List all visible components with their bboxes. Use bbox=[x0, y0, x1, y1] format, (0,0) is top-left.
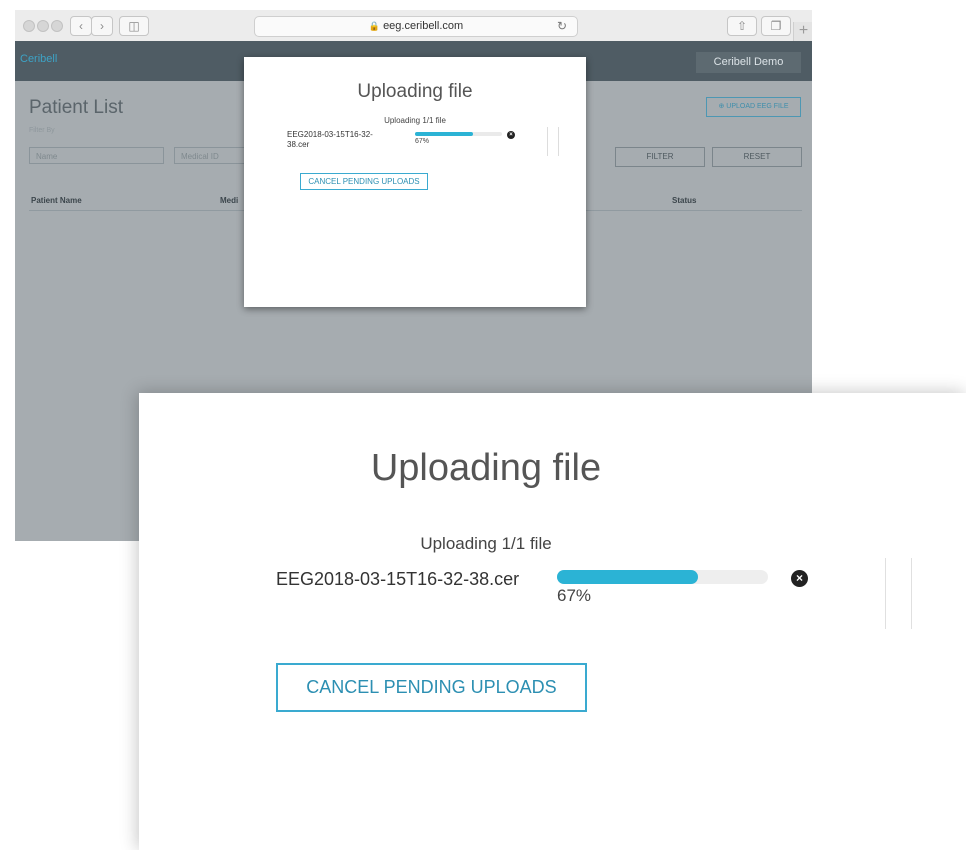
upload-status-text: Uploading 1/1 file bbox=[384, 116, 446, 125]
url-text: eeg.ceribell.com bbox=[383, 20, 464, 32]
upload-progress-percent: 67% bbox=[557, 586, 592, 605]
name-filter-input[interactable]: Name bbox=[29, 147, 164, 164]
lock-icon: 🔒 bbox=[368, 21, 381, 31]
upload-dialog-zoomed: Uploading file Uploading 1/1 file EEG201… bbox=[139, 393, 966, 850]
upload-file-name: EEG2018-03-15T16-32-38.cer bbox=[287, 130, 373, 149]
tabs-icon[interactable]: ❐ bbox=[761, 16, 791, 36]
share-icon[interactable]: ⇧ bbox=[727, 16, 757, 36]
upload-eeg-file-button[interactable]: ⊕ UPLOAD EEG FILE bbox=[706, 97, 801, 117]
browser-toolbar: ‹ › ◫ 🔒 eeg.ceribell.com ↻ ⇧ ❐ + bbox=[15, 10, 812, 42]
divider bbox=[885, 558, 886, 629]
dialog-title: Uploading file bbox=[357, 81, 473, 102]
zoom-window-button[interactable] bbox=[51, 20, 63, 32]
divider bbox=[558, 127, 559, 156]
minimize-window-button[interactable] bbox=[37, 20, 49, 32]
upload-file-name: EEG2018-03-15T16-32-38.cer bbox=[276, 569, 520, 589]
brand-logo[interactable]: Ceribell bbox=[20, 53, 57, 65]
filter-label: Filter By bbox=[29, 127, 55, 134]
user-account-button[interactable]: Ceribell Demo bbox=[696, 52, 801, 73]
upload-status-text: Uploading 1/1 file bbox=[420, 534, 552, 553]
sidebar-icon[interactable]: ◫ bbox=[119, 16, 149, 36]
cancel-pending-uploads-button[interactable]: CANCEL PENDING UPLOADS bbox=[276, 663, 587, 712]
remove-file-icon[interactable]: × bbox=[791, 570, 808, 587]
medical-id-filter-input[interactable]: Medical ID bbox=[174, 147, 246, 164]
cancel-pending-uploads-button[interactable]: CANCEL PENDING UPLOADS bbox=[300, 173, 428, 190]
upload-dialog: Uploading file Uploading 1/1 file EEG201… bbox=[244, 57, 586, 307]
divider bbox=[911, 558, 912, 629]
divider bbox=[547, 127, 548, 156]
upload-progress-percent: 67% bbox=[415, 138, 430, 145]
page-title: Patient List bbox=[29, 97, 123, 118]
address-bar[interactable]: 🔒 eeg.ceribell.com ↻ bbox=[254, 16, 578, 37]
reset-button[interactable]: RESET bbox=[712, 147, 802, 167]
column-header-status[interactable]: Status bbox=[672, 196, 696, 205]
dialog-title: Uploading file bbox=[370, 447, 602, 489]
remove-file-icon[interactable]: × bbox=[507, 131, 515, 139]
back-icon[interactable]: ‹ bbox=[70, 16, 92, 36]
upload-progress-fill bbox=[557, 570, 699, 584]
forward-icon[interactable]: › bbox=[91, 16, 113, 36]
reload-icon[interactable]: ↻ bbox=[557, 17, 567, 36]
upload-progress-bar bbox=[415, 132, 502, 136]
column-header-medical-id[interactable]: Medi bbox=[220, 196, 238, 205]
close-window-button[interactable] bbox=[23, 20, 35, 32]
upload-progress-fill bbox=[415, 132, 474, 136]
upload-button-label: UPLOAD EEG FILE bbox=[726, 103, 789, 110]
filter-button[interactable]: FILTER bbox=[615, 147, 705, 167]
new-tab-icon[interactable]: + bbox=[793, 22, 812, 41]
upload-progress-bar bbox=[557, 570, 768, 584]
column-header-patient-name[interactable]: Patient Name bbox=[31, 196, 82, 205]
